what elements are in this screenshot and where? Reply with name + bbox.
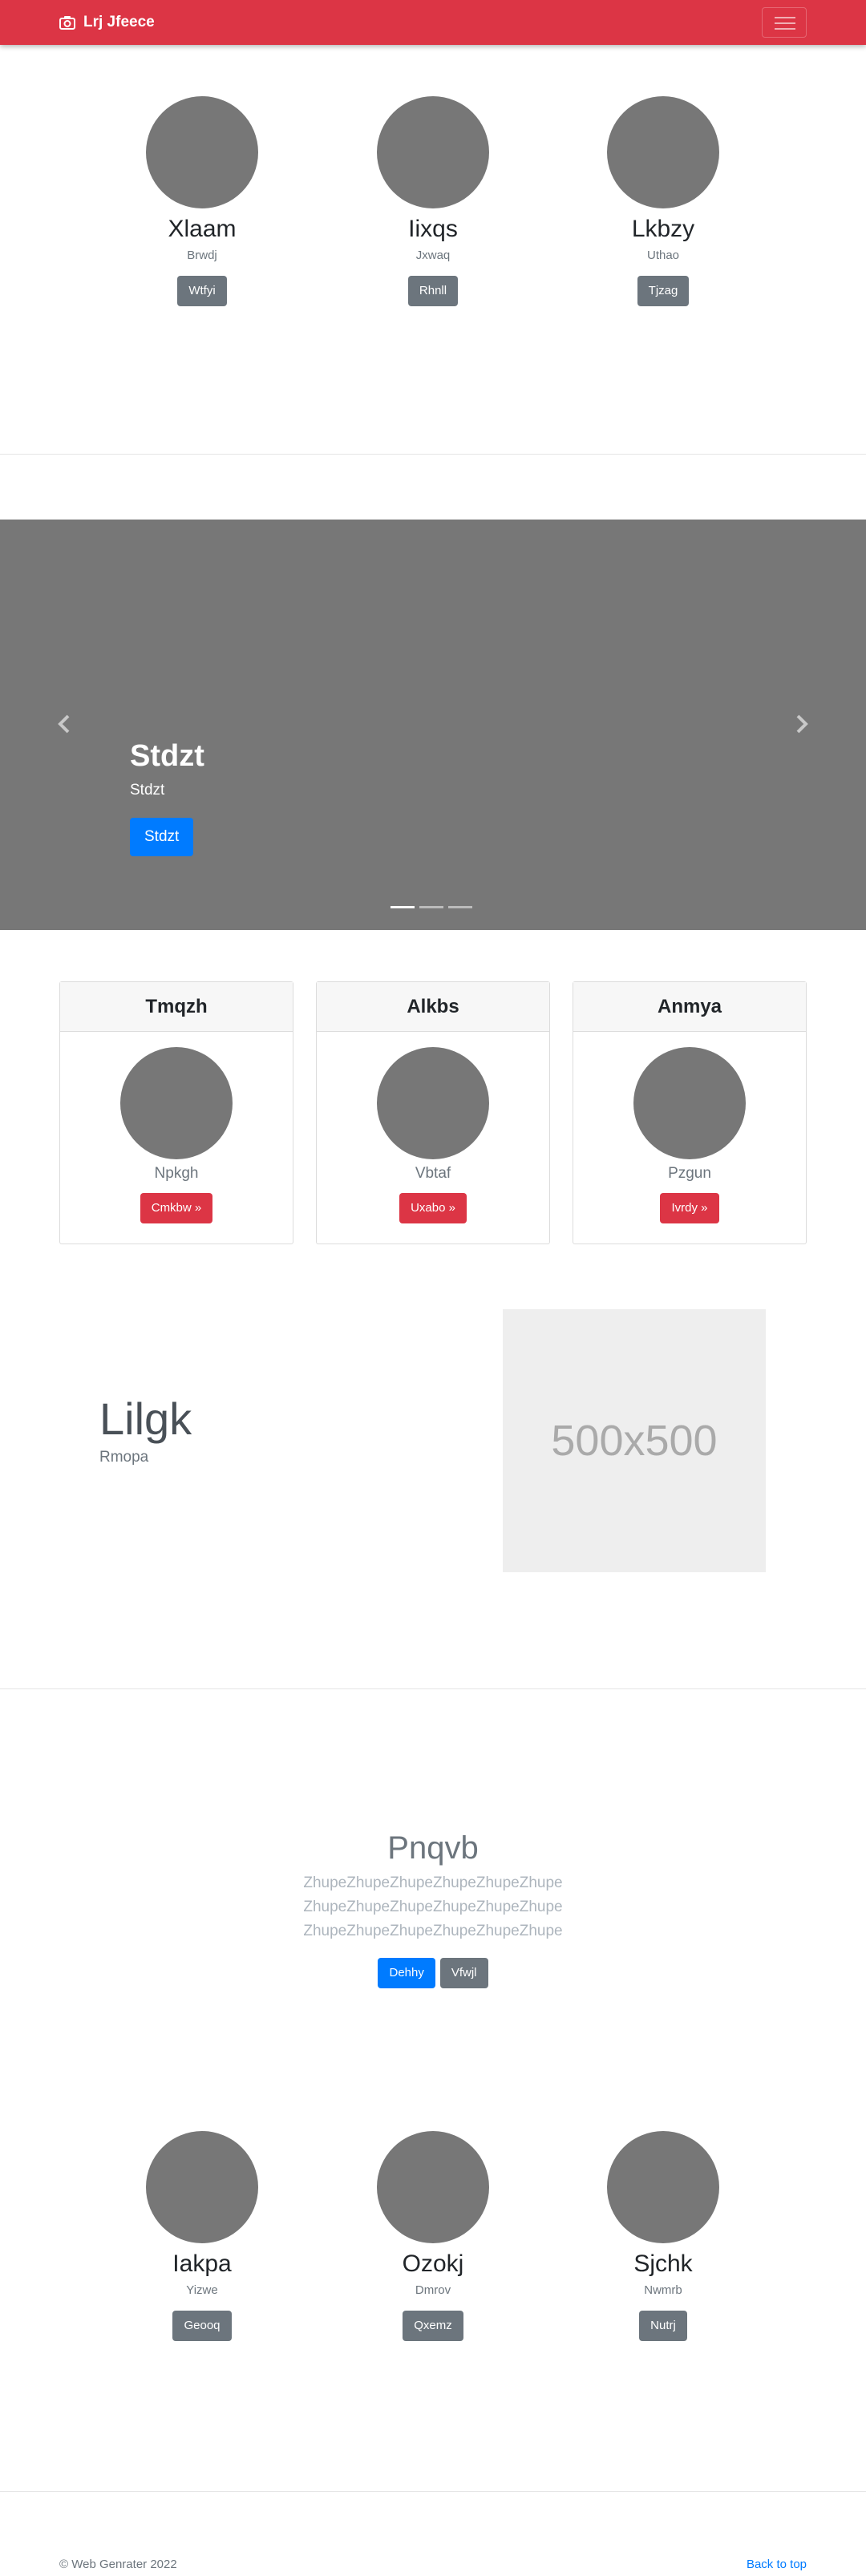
person-button[interactable]: Geooq [172, 2311, 232, 2341]
card-header: Anmya [573, 982, 806, 1032]
card: Tmqzh Npkgh Cmkbw » [59, 981, 293, 1244]
person-column: Xlaam Brwdj Wtfyi [114, 96, 290, 306]
primary-button[interactable]: Dehhy [378, 1958, 435, 1988]
card-subtitle: Pzgun [668, 1165, 711, 1182]
feature-subtitle: Rmopa [99, 1449, 149, 1466]
person-subtitle: Nwmrb [644, 2283, 682, 2297]
avatar [377, 1047, 489, 1159]
person-column: Sjchk Nwmrb Nutrj [575, 2131, 751, 2341]
section-divider [0, 1688, 866, 1689]
card-subtitle: Vbtaf [415, 1165, 451, 1182]
jumbotron-text-line: ZhupeZhupeZhupeZhupeZhupeZhupe [303, 1874, 563, 1891]
navbar-toggler-button[interactable] [762, 7, 807, 38]
jumbotron-title: Pnqvb [387, 1830, 479, 1866]
footer-copyright: © Web Genrater 2022 [59, 2558, 177, 2571]
avatar [146, 2131, 258, 2243]
placeholder-image-label: 500x500 [551, 1417, 718, 1465]
person-button[interactable]: Tjzag [637, 276, 690, 306]
carousel-caption: Stdzt Stdzt Stdzt [130, 738, 204, 856]
carousel: Stdzt Stdzt Stdzt [0, 520, 866, 930]
person-subtitle: Dmrov [415, 2283, 451, 2297]
card-button[interactable]: Cmkbw » [140, 1193, 213, 1223]
person-button[interactable]: Qxemz [403, 2311, 463, 2341]
avatar [120, 1047, 233, 1159]
card-subtitle: Npkgh [154, 1165, 199, 1182]
chevron-right-icon[interactable] [792, 712, 811, 736]
carousel-indicators [391, 906, 472, 908]
avatar [377, 2131, 489, 2243]
secondary-button[interactable]: Vfwjl [439, 1958, 488, 1988]
person-name: Iixqs [408, 216, 458, 242]
person-button[interactable]: Nutrj [639, 2311, 687, 2341]
chevron-left-icon[interactable] [55, 712, 74, 736]
person-column: Iixqs Jxwaq Rhnll [345, 96, 521, 306]
card: Alkbs Vbtaf Uxabo » [316, 981, 550, 1244]
section-divider [0, 2491, 866, 2492]
brand-name: Lrj Jfeece [83, 14, 155, 30]
feature-title: Lilgk [99, 1393, 192, 1444]
person-subtitle: Brwdj [187, 249, 217, 262]
carousel-indicator[interactable] [448, 906, 472, 908]
person-name: Xlaam [168, 216, 237, 242]
jumbotron-text-line: ZhupeZhupeZhupeZhupeZhupeZhupe [303, 1899, 563, 1915]
navbar-brand[interactable]: Lrj Jfeece [59, 13, 155, 32]
jumbotron: Pnqvb ZhupeZhupeZhupeZhupeZhupeZhupe Zhu… [0, 1828, 866, 1988]
person-column: Lkbzy Uthao Tjzag [575, 96, 751, 306]
card-header: Tmqzh [60, 982, 293, 1032]
avatar [607, 2131, 719, 2243]
navbar: Lrj Jfeece [0, 0, 866, 45]
person-subtitle: Jxwaq [415, 249, 451, 262]
person-button[interactable]: Rhnll [407, 276, 459, 306]
person-name: Ozokj [402, 2250, 464, 2277]
avatar [377, 96, 489, 208]
person-name: Lkbzy [631, 216, 695, 242]
person-name: Sjchk [633, 2250, 693, 2277]
card-button[interactable]: Ivrdy » [660, 1193, 719, 1223]
jumbotron-buttons: Dehhy Vfwjl [0, 1958, 866, 1988]
carousel-indicator[interactable] [391, 906, 415, 908]
person-subtitle: Uthao [646, 249, 680, 262]
placeholder-image: 500x500 [503, 1309, 766, 1572]
camera-icon [59, 16, 75, 30]
avatar [607, 96, 719, 208]
section-divider [0, 454, 866, 455]
carousel-indicator[interactable] [419, 906, 443, 908]
person-column: Ozokj Dmrov Qxemz [345, 2131, 521, 2341]
avatar [633, 1047, 746, 1159]
carousel-text: Stdzt [130, 782, 165, 799]
person-button[interactable]: Wtfyi [177, 276, 227, 306]
avatar [146, 96, 258, 208]
person-column: Iakpa Yizwe Geooq [114, 2131, 290, 2341]
jumbotron-text-line: ZhupeZhupeZhupeZhupeZhupeZhupe [303, 1923, 563, 1939]
carousel-heading: Stdzt [130, 739, 204, 773]
carousel-button[interactable]: Stdzt [130, 818, 194, 856]
back-to-top-link[interactable]: Back to top [747, 2558, 807, 2571]
person-name: Iakpa [172, 2250, 232, 2277]
person-subtitle: Yizwe [186, 2283, 218, 2297]
card-button[interactable]: Uxabo » [399, 1193, 467, 1223]
card: Anmya Pzgun Ivrdy » [573, 981, 807, 1244]
card-header: Alkbs [317, 982, 549, 1032]
